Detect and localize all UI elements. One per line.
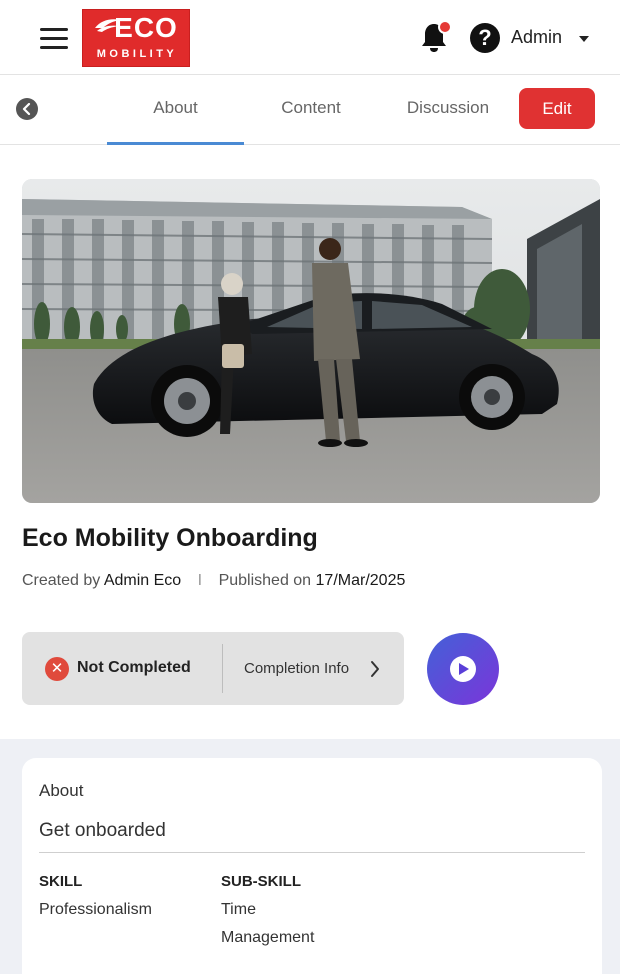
caret-down-icon[interactable] <box>579 36 589 42</box>
skill-heading: SKILL <box>39 873 83 890</box>
created-by-label: Created by <box>22 572 101 589</box>
hamburger-menu-icon[interactable] <box>40 28 68 50</box>
subskill-value-line2: Management <box>221 929 315 946</box>
status-divider <box>222 644 223 693</box>
completion-status-box: ✕ Not Completed Completion Info <box>22 632 404 705</box>
course-cover-image <box>22 179 600 503</box>
edit-button[interactable]: Edit <box>519 88 595 129</box>
published-on-label: Published on <box>218 572 312 589</box>
course-meta: Created by Admin Eco I Published on 17/M… <box>22 572 405 590</box>
logo-text-top: ECO <box>114 12 178 43</box>
top-header: ECO MOBILITY ? Admin <box>0 0 620 75</box>
subskill-value-line1: Time <box>221 901 256 918</box>
eco-mobility-logo[interactable]: ECO MOBILITY <box>82 9 190 67</box>
skill-value: Professionalism <box>39 901 152 918</box>
about-divider <box>39 852 585 853</box>
about-heading: About <box>39 781 84 800</box>
tab-content[interactable]: Content <box>262 75 360 144</box>
play-icon <box>450 656 476 682</box>
logo-text-bottom: MOBILITY <box>96 48 178 60</box>
user-menu-name[interactable]: Admin <box>511 27 562 48</box>
tab-discussion[interactable]: Discussion <box>392 75 504 144</box>
meta-separator: I <box>197 572 203 589</box>
subskill-heading: SUB-SKILL <box>221 873 301 890</box>
about-card: About Get onboarded SKILL SUB-SKILL Prof… <box>22 758 602 974</box>
chevron-right-icon[interactable] <box>370 660 380 678</box>
completion-info-link[interactable]: Completion Info <box>244 660 349 677</box>
created-by-value: Admin Eco <box>103 572 182 589</box>
about-description: Get onboarded <box>39 820 166 841</box>
course-title: Eco Mobility Onboarding <box>22 524 318 552</box>
tab-about[interactable]: About <box>107 75 244 145</box>
back-arrow-icon[interactable] <box>16 98 38 120</box>
completion-status: Not Completed <box>77 659 191 676</box>
course-tabs: About Content Discussion Edit <box>0 75 620 145</box>
published-on-value: 17/Mar/2025 <box>315 572 406 589</box>
notification-dot <box>438 20 452 34</box>
help-icon[interactable]: ? <box>470 23 500 53</box>
x-icon: ✕ <box>45 657 69 681</box>
play-button[interactable] <box>427 633 499 705</box>
